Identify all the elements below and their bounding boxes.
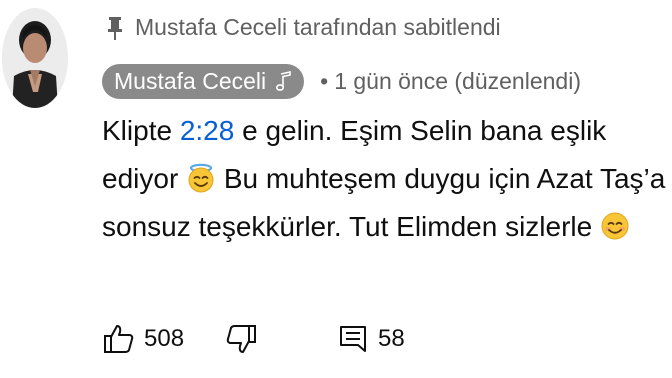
smiling-face-emoji bbox=[600, 208, 630, 240]
thumbs-up-icon bbox=[102, 322, 136, 356]
author-name: Mustafa Ceceli bbox=[114, 67, 267, 94]
pinned-notice: Mustafa Ceceli tarafından sabitlendi bbox=[107, 14, 501, 41]
comment-actions: 508 58 bbox=[102, 322, 405, 356]
smiling-face-with-halo-emoji bbox=[186, 160, 216, 193]
music-note-icon bbox=[274, 70, 292, 92]
video-timestamp-link[interactable]: 2:28 bbox=[180, 115, 235, 146]
pin-icon bbox=[107, 15, 123, 41]
author-badge[interactable]: Mustafa Ceceli bbox=[102, 64, 305, 99]
like-count: 508 bbox=[144, 325, 185, 352]
like-button[interactable]: 508 bbox=[102, 322, 184, 356]
reply-count: 58 bbox=[378, 325, 405, 352]
comment-text: Klipte 2:28 e gelin. Eşim Selin bana eşl… bbox=[102, 107, 670, 251]
comment-text-part1: Klipte bbox=[102, 115, 180, 146]
meta-separator: • bbox=[320, 68, 329, 94]
comment-header: Mustafa Ceceli • 1 gün önce (düzenlendi) bbox=[102, 64, 581, 99]
dislike-button[interactable] bbox=[224, 322, 258, 356]
pinned-text: Mustafa Ceceli tarafından sabitlendi bbox=[135, 14, 501, 40]
author-avatar[interactable] bbox=[2, 8, 68, 108]
comment-meta: • 1 gün önce (düzenlendi) bbox=[320, 68, 581, 95]
replies-button[interactable]: 58 bbox=[336, 322, 405, 356]
comment-time[interactable]: 1 gün önce (düzenlendi) bbox=[334, 68, 581, 94]
comment-icon bbox=[336, 322, 370, 356]
thumbs-down-icon bbox=[224, 322, 258, 356]
